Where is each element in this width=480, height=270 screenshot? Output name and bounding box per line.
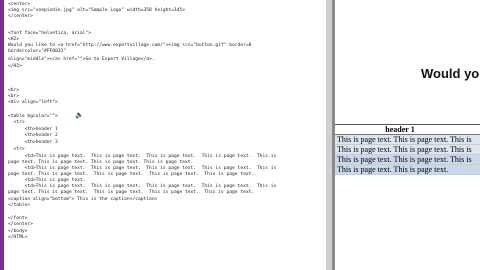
code-line: <div align="left"> <box>8 100 58 105</box>
code-line: <center> <box>8 2 31 7</box>
code-editor[interactable]: <center> <img src="seepindie.jpg" alt="S… <box>4 0 326 270</box>
code-line: </H2> <box>8 64 22 69</box>
preview-table: header 1 This is page text. This is page… <box>335 124 480 175</box>
table-row: This is page text. This is page text. Th… <box>335 145 480 155</box>
code-line: <th>header 2 <box>8 133 58 138</box>
code-line: <th>header 3 <box>8 140 58 145</box>
table-row: This is page text. This is page text. <box>335 165 480 175</box>
code-line: Would you like to <a href="http://www.ex… <box>8 43 252 48</box>
code-line: <tr> <box>8 120 25 125</box>
code-line: <table bgcolor=""> <box>8 114 58 119</box>
code-line: <td>This is page text. This is page text… <box>8 154 277 159</box>
code-line: page text. This is page text. This is pa… <box>8 190 255 195</box>
code-line: </HTML> <box>8 235 28 240</box>
code-line: align="middle"></a> href="">Go to Expert… <box>8 57 155 62</box>
code-line: <img src="seepindie.jpg" alt="Sample Log… <box>8 8 186 13</box>
code-line: </table> <box>8 203 31 208</box>
code-line: page text. This is page text. This is pa… <box>8 172 255 177</box>
code-line: <font face="helvetica, arial"> <box>8 31 91 36</box>
code-line: <td>This is page text. This is page text… <box>8 184 277 189</box>
code-line: <td>This is page text. <box>8 178 86 183</box>
code-line: <tr> <box>8 147 25 152</box>
code-line: <caption align="bottom"> This is the cap… <box>8 197 158 202</box>
code-line: </font> <box>8 216 28 221</box>
code-line: </center> <box>8 222 33 227</box>
code-line: <H2> <box>8 37 20 42</box>
browser-preview: Would yo header 1 This is page text. Thi… <box>335 0 480 270</box>
page-heading: Would yo <box>421 66 480 81</box>
code-line: <br> <box>8 94 20 99</box>
table-row: This is page text. This is page text. Th… <box>335 135 480 145</box>
code-line: </body> <box>8 229 28 234</box>
table-row: This is page text. This is page text. Th… <box>335 155 480 165</box>
code-line: </center> <box>8 14 33 19</box>
code-line: bordercolor="#FF0033" <box>8 49 67 54</box>
table-header: header 1 <box>335 125 480 135</box>
code-line: <td>This is page text. This is page text… <box>8 166 277 171</box>
speaker-icon: 🔈 <box>75 111 84 119</box>
code-line: <br> <box>8 88 20 93</box>
code-line: <th>header 1 <box>8 127 58 132</box>
code-line: page text. This is page text. This is pa… <box>8 160 194 165</box>
